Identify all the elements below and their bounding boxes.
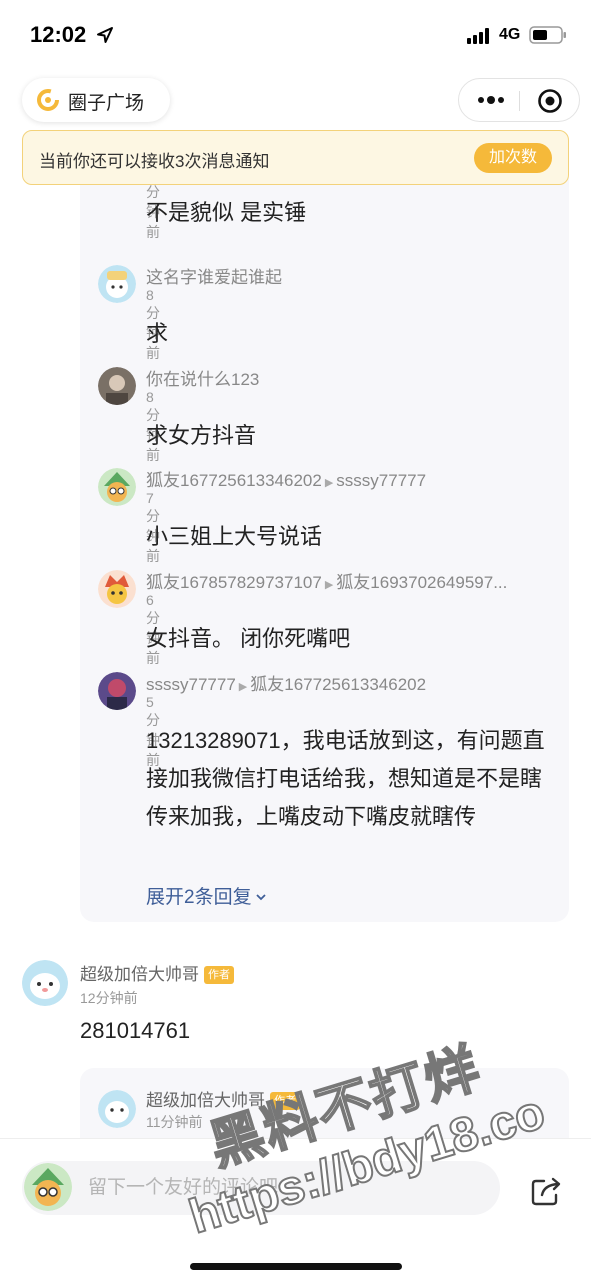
reply-author[interactable]: 狐友167857829737107 [146, 573, 322, 592]
reply-to-user[interactable]: ssssy77777 [336, 471, 426, 490]
comment-input[interactable] [88, 1171, 478, 1205]
more-dots-icon[interactable] [475, 90, 507, 110]
reply-author-line: ssssy77777 ▶ 狐友167725613346202 [146, 670, 566, 695]
reply-author-line: 超级加倍大帅哥 作者 [146, 1086, 300, 1111]
status-time: 12:02 [30, 22, 87, 47]
reply-text: 不是貌似 是实锤 [146, 200, 307, 225]
close-target-icon[interactable] [537, 88, 563, 114]
reply-to-user[interactable]: 狐友1693702649597... [336, 573, 507, 592]
reply-author[interactable]: 这名字谁爱起谁起 [146, 263, 566, 288]
reply-author[interactable]: 你在说什么123 [146, 365, 566, 390]
reply-to-arrow-icon: ▶ [324, 579, 334, 591]
my-avatar[interactable] [24, 1163, 72, 1211]
reply-text: 求 [146, 321, 169, 346]
capsule-divider [519, 91, 520, 111]
author-badge: 作者 [270, 1092, 300, 1110]
reply-author[interactable]: 狐友167725613346202 [146, 471, 322, 490]
circle-square-button[interactable]: 圈子广场 [22, 78, 170, 122]
reply-time: 11分钟前 [146, 1114, 203, 1130]
reply-author-line: 狐友167857829737107 ▶ 狐友1693702649597... [146, 568, 566, 593]
comment-text: 281014761 [80, 1018, 191, 1043]
notification-quota-banner: 当前你还可以接收3次消息通知 加次数 [22, 130, 569, 185]
avatar[interactable] [98, 1090, 136, 1128]
comment-input-container[interactable] [22, 1161, 500, 1215]
avatar[interactable] [98, 570, 136, 608]
reply-text: 女抖音。 闭你死嘴吧 [146, 626, 351, 651]
expand-replies-label: 展开2条回复 [146, 887, 252, 908]
network-type: 4G [499, 26, 521, 43]
signal-icon [467, 28, 489, 44]
circle-title: 圈子广场 [68, 93, 145, 114]
location-arrow-icon [97, 27, 113, 43]
avatar[interactable] [98, 468, 136, 506]
author-badge: 作者 [204, 966, 234, 984]
home-indicator [190, 1263, 402, 1270]
avatar[interactable] [98, 367, 136, 405]
reply-to-user[interactable]: 狐友167725613346202 [250, 675, 426, 694]
reply-thread: 8分钟前 不是貌似 是实锤 这名字谁爱起谁起 8分钟前 求 你在说什么123 8… [80, 144, 569, 922]
avatar[interactable] [98, 672, 136, 710]
comment-author[interactable]: 超级加倍大帅哥 [80, 965, 199, 984]
reply-text: 小三姐上大号说话 [146, 524, 323, 549]
reply-author[interactable]: 超级加倍大帅哥 [146, 1091, 265, 1110]
reply-to-arrow-icon: ▶ [324, 477, 334, 489]
comment-time: 12分钟前 [80, 990, 138, 1006]
share-icon[interactable] [528, 1173, 564, 1209]
reply-to-arrow-icon: ▶ [238, 681, 248, 693]
notice-text: 当前你还可以接收3次消息通知 [39, 152, 270, 171]
circle-logo-icon [37, 89, 59, 111]
battery-icon [529, 26, 566, 44]
reply-author[interactable]: ssssy77777 [146, 675, 236, 694]
reply-text: 13213289071，我电话放到这，有问题直接加我微信打电话给我，想知道是不是… [146, 728, 545, 829]
chevron-down-icon [255, 894, 266, 901]
add-times-button[interactable]: 加次数 [474, 143, 552, 173]
expand-replies-link[interactable]: 展开2条回复 [146, 882, 267, 909]
avatar[interactable] [22, 960, 68, 1006]
status-bar: 12:02 4G [0, 0, 591, 70]
comment-input-bar [0, 1138, 591, 1280]
reply-author-line: 狐友167725613346202 ▶ ssssy77777 [146, 466, 566, 491]
reply-text: 求女方抖音 [146, 423, 257, 448]
comment-author-line: 超级加倍大帅哥 作者 [80, 960, 234, 985]
miniprogram-capsule [458, 78, 580, 122]
avatar[interactable] [98, 265, 136, 303]
